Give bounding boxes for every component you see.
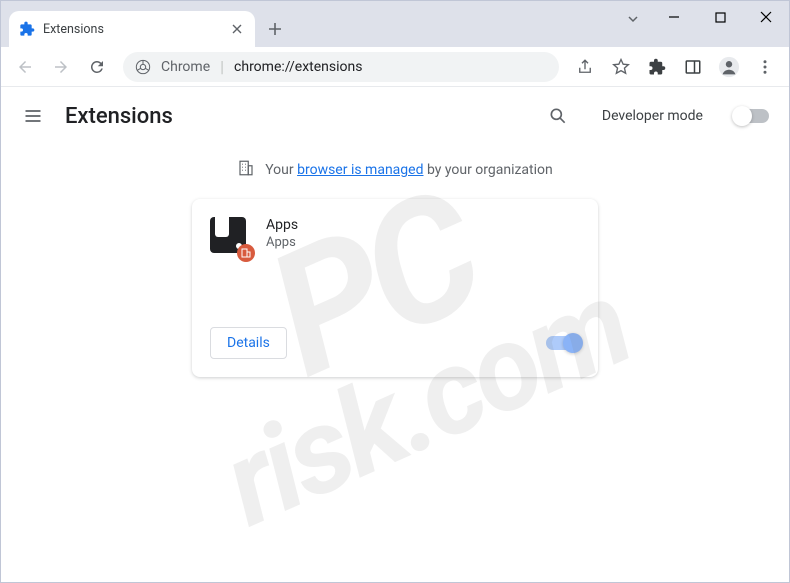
- nav-back-button: [9, 51, 41, 83]
- tab-title: Extensions: [43, 22, 221, 37]
- details-button[interactable]: Details: [210, 327, 287, 359]
- extension-puzzle-icon: [19, 21, 35, 37]
- side-panel-icon[interactable]: [677, 51, 709, 83]
- extensions-page-header: Extensions Developer mode: [1, 87, 789, 145]
- extension-enable-toggle[interactable]: [546, 336, 580, 350]
- developer-mode-toggle[interactable]: [735, 109, 769, 123]
- browser-window: Extensions: [0, 0, 790, 583]
- extension-card-bottom: Details: [210, 327, 580, 359]
- search-icon[interactable]: [546, 104, 570, 128]
- window-close-button[interactable]: [743, 1, 789, 33]
- extension-description: Apps: [266, 235, 298, 250]
- share-icon[interactable]: [569, 51, 601, 83]
- managed-suffix: by your organization: [423, 162, 552, 178]
- kebab-menu-icon[interactable]: [749, 51, 781, 83]
- bookmark-star-icon[interactable]: [605, 51, 637, 83]
- extension-name: Apps: [266, 217, 298, 233]
- window-controls: [615, 1, 789, 47]
- window-maximize-button[interactable]: [697, 1, 743, 33]
- extension-text: Apps Apps: [266, 217, 298, 305]
- profile-avatar-icon[interactable]: [713, 51, 745, 83]
- developer-mode-label: Developer mode: [602, 108, 703, 124]
- window-minimize-button[interactable]: [651, 1, 697, 33]
- tab-close-icon[interactable]: [229, 21, 245, 37]
- managed-banner-text: Your browser is managed by your organiza…: [265, 162, 553, 178]
- nav-reload-button[interactable]: [81, 51, 113, 83]
- window-titlebar: Extensions: [1, 1, 789, 47]
- omnibox-url: chrome://extensions: [234, 59, 362, 75]
- omnibox-scheme-label: Chrome: [161, 59, 210, 75]
- extension-card: Apps Apps Details: [192, 199, 598, 377]
- omnibox-separator: |: [220, 57, 224, 76]
- chevron-down-icon[interactable]: [615, 1, 651, 33]
- browser-tab[interactable]: Extensions: [9, 11, 255, 47]
- extension-icon-wrap: [210, 217, 250, 257]
- hamburger-menu-button[interactable]: [21, 104, 45, 128]
- omnibox[interactable]: Chrome | chrome://extensions: [123, 52, 559, 82]
- extension-managed-badge-icon: [237, 244, 255, 262]
- chrome-icon: [135, 59, 151, 75]
- extensions-puzzle-icon[interactable]: [641, 51, 673, 83]
- page-title: Extensions: [65, 104, 526, 129]
- tab-strip: Extensions: [1, 11, 615, 47]
- managed-prefix: Your: [265, 162, 297, 178]
- extension-card-top: Apps Apps: [210, 217, 580, 305]
- managed-banner: Your browser is managed by your organiza…: [1, 145, 789, 199]
- new-tab-button[interactable]: [261, 15, 289, 43]
- building-icon: [237, 159, 255, 181]
- managed-link[interactable]: browser is managed: [297, 162, 423, 178]
- nav-forward-button: [45, 51, 77, 83]
- browser-toolbar: Chrome | chrome://extensions: [1, 47, 789, 87]
- extensions-page: Extensions Developer mode Your browser i…: [1, 87, 789, 582]
